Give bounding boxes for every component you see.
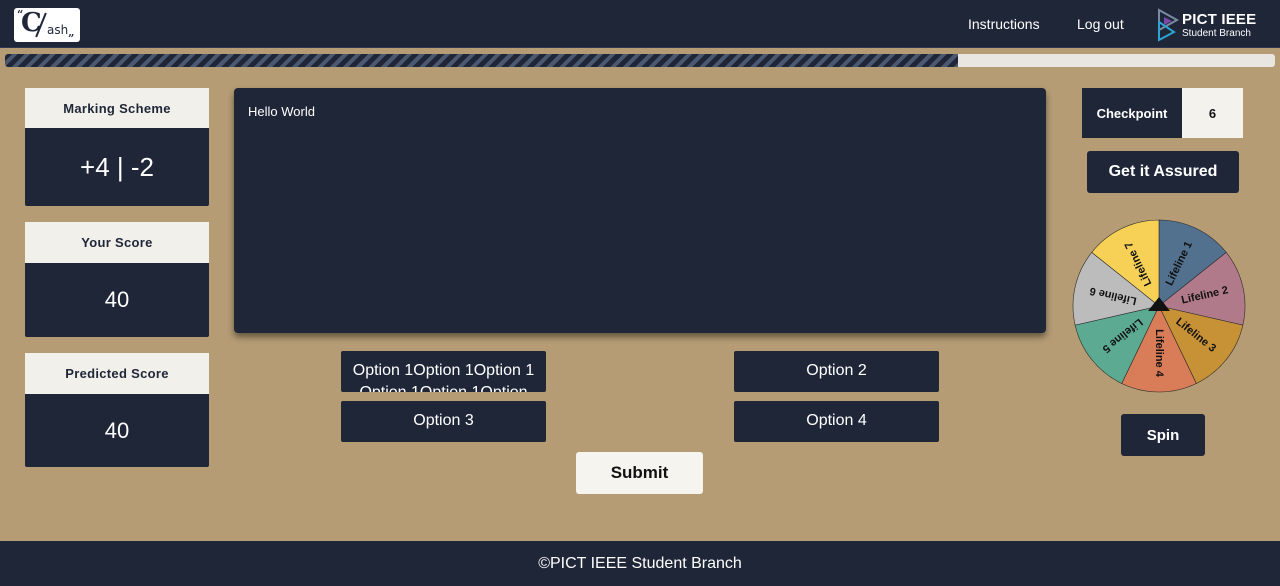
checkpoint-value: 6 [1182,88,1243,138]
logo-ash-glyph: ash [47,23,69,37]
marking-scheme-value: +4 | -2 [25,128,209,206]
your-score-value: 40 [25,263,209,337]
your-score-label: Your Score [25,222,209,263]
question-text: Hello World [248,104,315,119]
footer: ©PICT IEEE Student Branch [0,541,1280,586]
lifeline-wheel[interactable]: Lifeline 1Lifeline 2Lifeline 3Lifeline 4… [1072,219,1246,393]
progress-bar [5,54,1275,67]
option-4-button[interactable]: Option 4 [734,401,939,442]
option-2-button[interactable]: Option 2 [734,351,939,392]
get-it-assured-button[interactable]: Get it Assured [1087,151,1239,193]
navbar: “ C ash ” Instructions Log out PICT IEEE… [0,0,1280,48]
checkpoint-label: Checkpoint [1082,88,1182,138]
ieee-logo-icon [1158,8,1180,42]
clash-logo[interactable]: “ C ash ” [14,8,80,45]
brand-subtitle: Student Branch [1182,28,1251,39]
wheel-segment-label-4: Lifeline 4 [1153,329,1165,378]
progress-bar-fill [5,54,958,67]
spin-button[interactable]: Spin [1121,414,1205,456]
brand-title: PICT IEEE [1182,11,1257,28]
close-quote-glyph: ” [68,32,75,45]
nav-logout-link[interactable]: Log out [1077,16,1124,32]
option-3-button[interactable]: Option 3 [341,401,546,442]
predicted-score-label: Predicted Score [25,353,209,394]
option-1-button[interactable]: Option 1Option 1Option 1Option 1Option 1… [341,351,546,392]
nav-instructions-link[interactable]: Instructions [968,16,1040,32]
predicted-score-value: 40 [25,394,209,467]
marking-scheme-label: Marking Scheme [25,88,209,128]
submit-button[interactable]: Submit [576,452,703,494]
question-box: Hello World [234,88,1046,333]
footer-text: ©PICT IEEE Student Branch [538,554,742,572]
